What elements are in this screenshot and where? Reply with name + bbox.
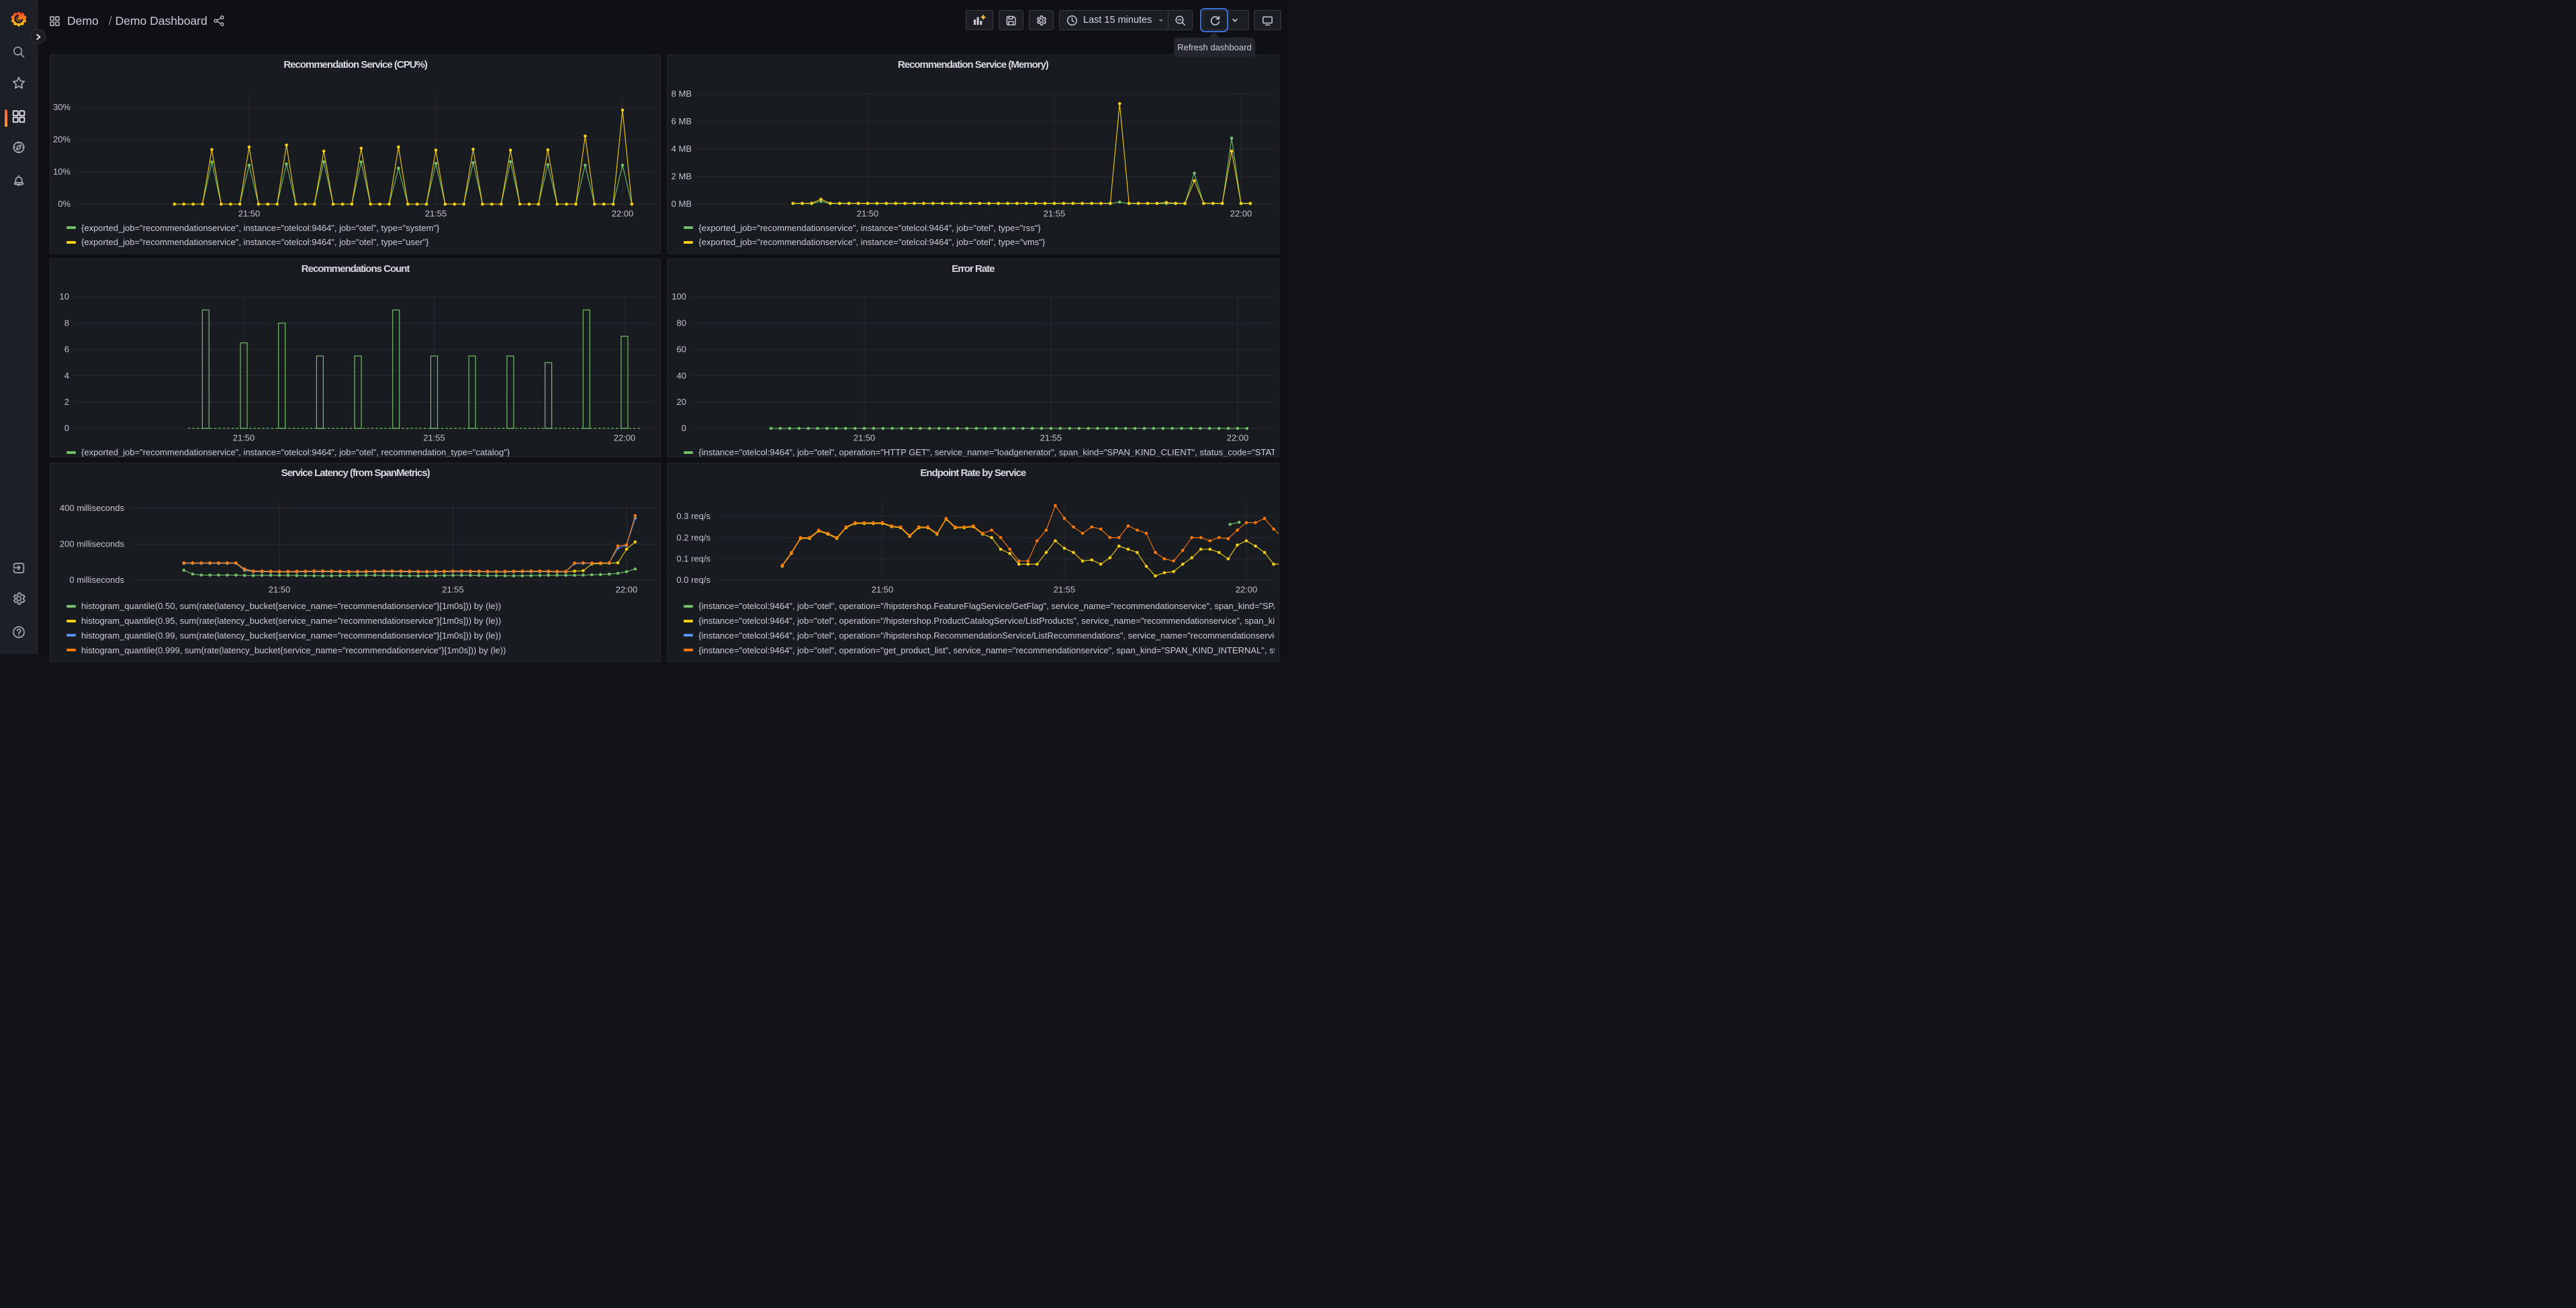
svg-text:0: 0 [64,423,69,433]
svg-text:22:00: 22:00 [614,432,636,442]
svg-text:21:50: 21:50 [854,432,876,442]
svg-text:30%: 30% [53,102,71,112]
svg-text:40: 40 [677,371,686,381]
svg-text:21:50: 21:50 [857,208,879,218]
svg-text:4 MB: 4 MB [672,144,692,154]
svg-text:22:00: 22:00 [1227,432,1249,442]
svg-text:400 milliseconds: 400 milliseconds [60,503,125,513]
svg-text:0 MB: 0 MB [672,199,692,209]
svg-text:21:50: 21:50 [872,584,894,594]
svg-text:100: 100 [672,291,687,301]
svg-text:0.0 req/s: 0.0 req/s [677,575,711,585]
svg-text:20%: 20% [53,134,71,144]
svg-text:21:50: 21:50 [238,208,261,218]
svg-text:21:55: 21:55 [442,584,464,594]
svg-text:21:50: 21:50 [269,584,291,594]
svg-text:22:00: 22:00 [1230,208,1252,218]
svg-text:8 MB: 8 MB [672,89,692,99]
svg-text:60: 60 [677,344,686,354]
svg-text:8: 8 [64,318,69,328]
svg-text:21:55: 21:55 [425,208,447,218]
svg-text:22:00: 22:00 [612,208,634,218]
svg-text:21:55: 21:55 [1054,584,1076,594]
svg-text:21:55: 21:55 [1040,432,1062,442]
svg-text:6: 6 [64,344,69,354]
svg-text:0.3 req/s: 0.3 req/s [677,511,711,521]
svg-text:0: 0 [682,423,686,433]
svg-text:10%: 10% [53,167,71,177]
svg-text:0 milliseconds: 0 milliseconds [69,575,124,585]
svg-text:80: 80 [677,318,686,328]
svg-text:200 milliseconds: 200 milliseconds [60,539,125,549]
svg-text:22:00: 22:00 [616,584,638,594]
svg-text:0.1 req/s: 0.1 req/s [677,553,711,563]
svg-text:21:55: 21:55 [423,432,445,442]
svg-text:0.2 req/s: 0.2 req/s [677,532,711,543]
svg-text:2: 2 [64,397,69,407]
svg-text:21:55: 21:55 [1044,208,1066,218]
svg-text:10: 10 [60,291,69,301]
svg-text:22:00: 22:00 [1236,584,1258,594]
svg-text:21:50: 21:50 [233,432,255,442]
svg-text:4: 4 [64,371,69,381]
svg-text:2 MB: 2 MB [672,171,692,181]
svg-text:0%: 0% [58,199,71,209]
svg-text:6 MB: 6 MB [672,116,692,126]
svg-text:20: 20 [677,397,686,407]
